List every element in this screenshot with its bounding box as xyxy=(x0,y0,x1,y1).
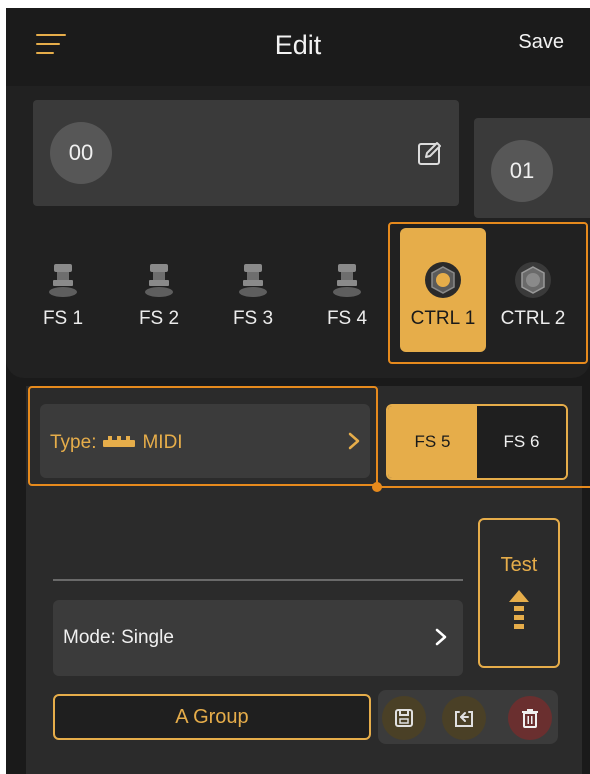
ctrl-knob-icon xyxy=(421,258,465,302)
fs6-option[interactable]: FS 6 xyxy=(477,406,566,478)
edit-screen: Edit Save 00 01 FS 1 FS 2 FS 3 FS 4 CTRL… xyxy=(6,8,590,774)
footswitch-icon xyxy=(137,258,181,302)
switch-fs3[interactable]: FS 3 xyxy=(210,228,296,352)
footswitch-icon xyxy=(41,258,85,302)
preset-number: 01 xyxy=(491,140,553,202)
preset-card-00[interactable]: 00 xyxy=(33,100,459,206)
page-title: Edit xyxy=(274,30,322,60)
save-icon[interactable] xyxy=(382,696,426,740)
arrow-up-icon xyxy=(509,590,529,639)
fs-toggle: FS 5 FS 6 xyxy=(386,404,568,480)
divider xyxy=(53,579,463,581)
highlight-connector xyxy=(376,486,590,488)
test-button[interactable]: Test xyxy=(478,518,560,668)
edit-icon[interactable] xyxy=(417,140,443,171)
switch-label: FS 1 xyxy=(42,308,84,329)
switch-label: FS 4 xyxy=(326,308,368,329)
preset-number: 00 xyxy=(50,122,112,184)
chevron-right-icon xyxy=(435,628,447,651)
chevron-right-icon xyxy=(348,432,360,455)
switch-label: CTRL 1 xyxy=(410,308,476,329)
footswitch-icon xyxy=(325,258,369,302)
preset-card-01[interactable]: 01 xyxy=(474,118,590,218)
midi-connector-icon xyxy=(102,432,136,454)
switch-ctrl1[interactable]: CTRL 1 xyxy=(400,228,486,352)
switch-fs4[interactable]: FS 4 xyxy=(304,228,390,352)
type-value: MIDI xyxy=(142,432,183,453)
switch-fs2[interactable]: FS 2 xyxy=(116,228,202,352)
action-bar xyxy=(378,690,558,744)
highlight-connector-dot xyxy=(372,482,382,492)
switch-label: FS 3 xyxy=(232,308,274,329)
type-label: Type: xyxy=(50,432,97,453)
switch-ctrl2[interactable]: CTRL 2 xyxy=(490,228,576,352)
mode-selector[interactable]: Mode: Single xyxy=(53,600,463,676)
fs5-option[interactable]: FS 5 xyxy=(388,406,477,478)
test-label: Test xyxy=(500,554,538,576)
ctrl-knob-icon xyxy=(511,258,555,302)
trash-icon[interactable] xyxy=(508,696,552,740)
mode-label: Mode: Single xyxy=(63,627,174,648)
switch-label: CTRL 2 xyxy=(500,308,566,329)
group-button[interactable]: A Group xyxy=(53,694,371,740)
footswitch-icon xyxy=(231,258,275,302)
type-selector[interactable]: Type: MIDI xyxy=(40,404,370,478)
header: Edit Save xyxy=(6,8,590,86)
restore-icon[interactable] xyxy=(442,696,486,740)
switch-fs1[interactable]: FS 1 xyxy=(20,228,106,352)
switch-label: FS 2 xyxy=(138,308,180,329)
save-button[interactable]: Save xyxy=(518,31,564,54)
